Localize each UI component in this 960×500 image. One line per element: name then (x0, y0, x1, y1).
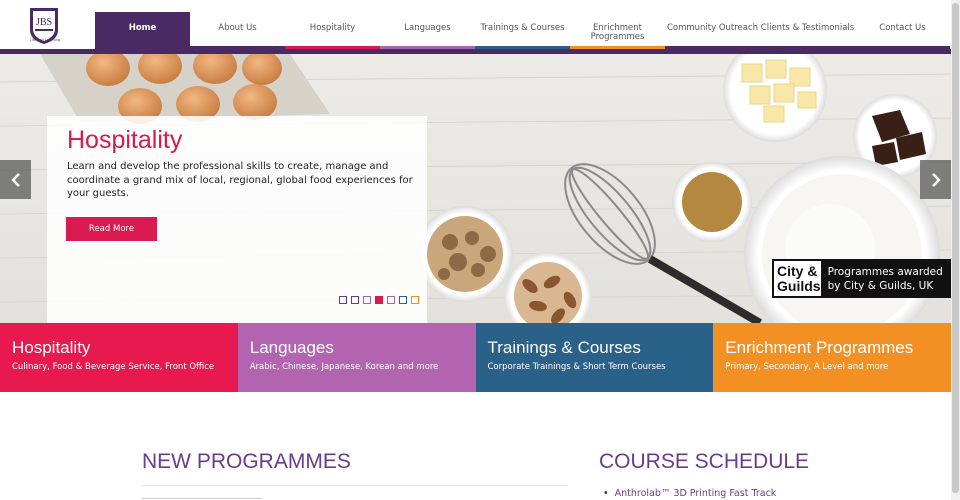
chevron-left-icon (10, 172, 20, 187)
city-guilds-logo-line1: City & (777, 262, 818, 279)
main-nav: Home About Us Hospitality Languages Training… (95, 12, 950, 49)
tile-subtitle: Culinary, Food & Beverage Service, Front… (12, 362, 215, 372)
tile-trainings-courses[interactable]: Trainings & Courses Corporate Trainings &… (475, 323, 714, 392)
hero-caption-card: Hospitality Learn and develop the profes… (47, 116, 427, 323)
tile-languages[interactable]: Languages Arabic, Chinese, Japanese, Kore… (237, 323, 476, 392)
tile-title: Trainings & Courses (487, 338, 641, 357)
course-schedule-title: COURSE SCHEDULE (599, 450, 810, 473)
scrollbar-thumb[interactable] (952, 3, 959, 493)
site-header: JBS Lifelong Learning Home About Us Hospit… (0, 0, 960, 54)
nav-item-about-us[interactable]: About Us (190, 12, 285, 49)
hero-title: Hospitality (67, 126, 183, 154)
divider (142, 485, 568, 486)
nav-item-label: Clients & Testimonials (760, 23, 855, 33)
next-slide-button[interactable] (920, 160, 951, 199)
nav-item-community-outreach[interactable]: Community Outreach (665, 12, 760, 49)
read-more-button[interactable]: Read More (66, 217, 157, 241)
nav-item-home[interactable]: Home (95, 12, 190, 49)
content-section: NEW PROGRAMMES COURSE SCHEDULE Anthrolab… (0, 392, 960, 500)
tile-hospitality[interactable]: Hospitality Culinary, Food & Beverage Ser… (0, 323, 238, 392)
slide-dot[interactable] (375, 296, 383, 304)
nav-item-label: Languages (404, 23, 451, 33)
nav-item-label: Home (128, 23, 157, 33)
tile-subtitle: Corporate Trainings & Short Term Courses (487, 362, 666, 372)
scrollbar[interactable] (951, 0, 960, 500)
city-guilds-badge-text: Programmes awarded by City & Guilds, UK (827, 265, 943, 292)
divider (142, 498, 262, 499)
city-guilds-logo-line2: Guilds (777, 277, 821, 294)
nav-item-label: Hospitality (309, 23, 356, 33)
hero-description: Learn and develop the professional skill… (67, 161, 413, 199)
nav-item-underline (665, 46, 760, 49)
tile-enrichment-programmes[interactable]: Enrichment Programmes Primary, Secondary,… (713, 323, 951, 392)
hero-slider: Hospitality Learn and develop the profes… (0, 54, 960, 323)
page: JBS Lifelong Learning Home About Us Hospit… (0, 0, 960, 500)
nav-item-underline (380, 46, 475, 49)
new-programmes-title: NEW PROGRAMMES (142, 450, 351, 473)
nav-item-hospitality[interactable]: Hospitality (285, 12, 380, 49)
nav-item-clients-testimonials[interactable]: Clients & Testimonials (760, 12, 855, 49)
slide-dot[interactable] (339, 296, 347, 304)
slide-dot[interactable] (399, 296, 407, 304)
nav-item-enrichment-programmes[interactable]: Enrichment Programmes (570, 12, 665, 49)
prev-slide-button[interactable] (0, 160, 31, 199)
nav-item-trainings-courses[interactable]: Trainings & Courses (475, 12, 570, 49)
nav-item-underline (760, 46, 855, 49)
category-tiles: Hospitality Culinary, Food & Beverage Ser… (0, 323, 951, 392)
nav-item-underline (285, 46, 380, 49)
nav-item-label: Community Outreach (666, 23, 759, 33)
tile-title: Languages (249, 338, 334, 357)
nav-item-underline (855, 46, 950, 49)
schedule-link[interactable]: Anthrolab™ 3D Printing Fast Track (603, 488, 777, 499)
nav-item-languages[interactable]: Languages (380, 12, 475, 49)
tile-title: Enrichment Programmes (725, 338, 914, 357)
nav-item-contact-us[interactable]: Contact Us (855, 12, 950, 49)
logo-initials: JBS (36, 17, 52, 28)
nav-item-label: Enrichment Programmes (590, 23, 645, 42)
nav-item-underline (190, 46, 285, 49)
logo-tagline: Lifelong Learning (29, 38, 61, 42)
tile-subtitle: Arabic, Chinese, Japanese, Korean and mo… (249, 362, 439, 372)
slide-dot[interactable] (363, 296, 371, 304)
slide-indicators (339, 296, 419, 304)
nav-item-underline (570, 46, 665, 49)
tile-title: Hospitality (12, 338, 91, 357)
chevron-right-icon (931, 172, 941, 187)
slide-dot[interactable] (387, 296, 395, 304)
nav-item-label: Contact Us (879, 23, 926, 33)
slide-dot[interactable] (411, 296, 419, 304)
nav-item-label: About Us (218, 23, 257, 33)
tile-subtitle: Primary, Secondary, A Level and more (725, 362, 889, 372)
city-guilds-logo: City & Guilds (772, 259, 823, 298)
nav-item-underline (475, 46, 570, 49)
nav-item-label: Trainings & Courses (480, 23, 565, 33)
slide-dot[interactable] (351, 296, 359, 304)
city-guilds-badge: City & Guilds Programmes awarded by City… (772, 259, 951, 298)
